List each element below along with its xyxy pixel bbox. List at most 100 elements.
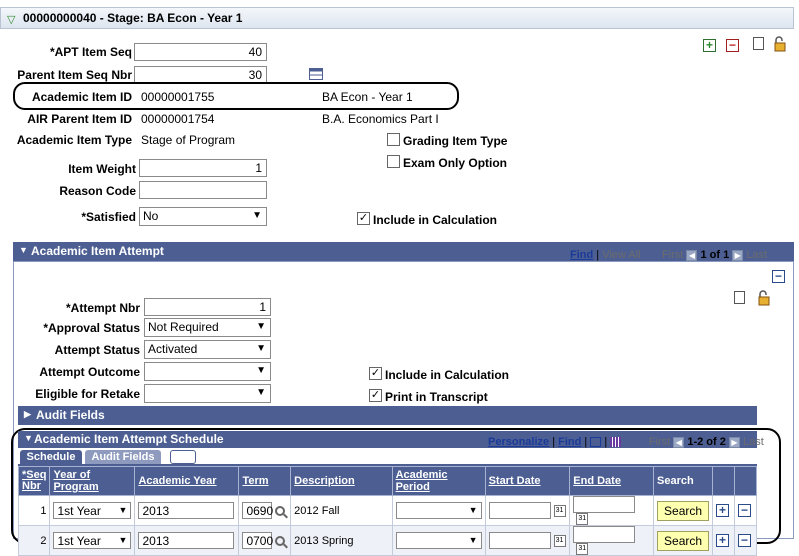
attempt-outcome-select[interactable]: ▼ — [144, 362, 271, 381]
stage-header-title: 00000000040 - Stage: BA Econ - Year 1 — [23, 11, 243, 25]
search-button[interactable]: Search — [657, 500, 710, 521]
term-cell[interactable]: 0700 — [238, 525, 292, 556]
col-academic-year[interactable]: Academic Year — [134, 466, 240, 496]
attempt-nbr-input[interactable]: 1 — [144, 298, 271, 316]
academic-period-cell[interactable]: ▼ — [391, 494, 486, 527]
attempt-status-label: Attempt Status — [54, 343, 140, 357]
attempt-status-select[interactable]: Activated ▼ — [144, 340, 271, 359]
col-term[interactable]: Term — [238, 466, 292, 496]
end-date-cell[interactable]: 31 — [569, 525, 655, 556]
collapse-minus-icon[interactable]: − — [772, 270, 785, 283]
apt-item-seq-input[interactable]: 40 — [134, 43, 267, 61]
lock-icon[interactable] — [757, 290, 771, 306]
calendar-icon[interactable]: 31 — [576, 543, 589, 556]
schedule-first-link[interactable]: First — [649, 436, 670, 448]
approval-status-select[interactable]: Not Required ▼ — [144, 318, 271, 337]
show-all-columns-icon[interactable] — [170, 450, 196, 464]
academic-period-cell[interactable]: ▼ — [391, 525, 486, 556]
view-grid-icon[interactable] — [590, 437, 602, 448]
personalize-link[interactable]: Personalize — [488, 436, 549, 448]
tab-audit-fields[interactable]: Audit Fields — [85, 450, 161, 465]
calendar-icon[interactable]: 31 — [553, 504, 566, 517]
next-arrow-icon[interactable]: ▶ — [728, 436, 740, 448]
satisfied-select[interactable]: No ▼ — [139, 207, 267, 226]
end-date-cell[interactable]: 31 — [569, 494, 655, 527]
start-date-cell[interactable]: 31 — [484, 494, 571, 527]
attempt-view-all-link[interactable]: View All — [602, 249, 640, 261]
academic-year-input[interactable]: 2013 — [138, 532, 235, 550]
eligible-retake-select[interactable]: ▼ — [144, 384, 271, 403]
attempt-include-in-calc-checkbox[interactable]: ✓ — [369, 367, 382, 380]
reason-code-input[interactable] — [139, 181, 267, 199]
term-input[interactable]: 0690 — [242, 502, 273, 520]
start-date-input[interactable] — [488, 532, 551, 550]
end-date-input[interactable] — [573, 526, 636, 544]
col-end-date[interactable]: End Date — [569, 466, 655, 496]
collapse-triangle-icon[interactable]: ▼ — [19, 245, 28, 255]
academic-period-select[interactable]: ▼ — [395, 532, 482, 550]
lock-icon[interactable] — [773, 36, 787, 52]
year-of-program-select[interactable]: 1st Year ▼ — [53, 502, 132, 520]
delete-row-icon[interactable]: − — [726, 39, 739, 52]
search-icon[interactable] — [275, 535, 286, 546]
parent-item-seq-label: Parent Item Seq Nbr — [17, 68, 132, 82]
academic-item-desc: BA Econ - Year 1 — [322, 90, 413, 104]
delete-row-icon[interactable]: − — [738, 504, 751, 518]
search-cell: Search — [653, 525, 714, 556]
calendar-icon[interactable]: 31 — [576, 513, 589, 526]
notes-icon[interactable] — [734, 291, 745, 304]
academic-period-select[interactable]: ▼ — [395, 502, 482, 520]
lookup-table-icon[interactable] — [309, 68, 323, 80]
notes-icon[interactable] — [753, 37, 764, 50]
attempt-section-title: Academic Item Attempt — [31, 244, 164, 258]
exam-only-option-checkbox[interactable] — [387, 155, 400, 168]
grading-item-type-checkbox[interactable] — [387, 133, 400, 146]
stage-header-bar[interactable]: ▽ 00000000040 - Stage: BA Econ - Year 1 — [0, 7, 794, 29]
satisfied-value: No — [143, 209, 159, 223]
academic-item-id-label: Academic Item ID — [31, 90, 132, 104]
audit-fields-bar[interactable]: ▶ Audit Fields — [18, 406, 757, 425]
academic-year-cell[interactable]: 2013 — [134, 525, 240, 556]
year-of-program-cell[interactable]: 1st Year ▼ — [49, 494, 136, 527]
attempt-find-link[interactable]: Find — [570, 249, 593, 261]
spreadsheet-icon[interactable] — [610, 437, 622, 448]
prev-arrow-icon[interactable]: ◀ — [673, 436, 685, 448]
term-input[interactable]: 0700 — [242, 532, 273, 550]
collapse-triangle-icon[interactable]: ▼ — [24, 433, 33, 443]
add-row-icon[interactable]: + — [716, 504, 730, 518]
add-row-icon[interactable]: + — [716, 534, 730, 548]
calendar-icon[interactable]: 31 — [553, 534, 566, 547]
search-button[interactable]: Search — [657, 530, 710, 551]
start-date-input[interactable] — [488, 502, 551, 520]
delete-row-icon[interactable]: − — [738, 534, 751, 548]
schedule-last-link[interactable]: Last — [743, 436, 764, 448]
item-weight-input[interactable]: 1 — [139, 159, 267, 177]
next-arrow-icon[interactable]: ▶ — [732, 249, 744, 261]
col-description[interactable]: Description — [290, 466, 393, 496]
year-of-program-value: 1st Year — [57, 534, 101, 549]
prev-arrow-icon[interactable]: ◀ — [686, 249, 698, 261]
year-of-program-cell[interactable]: 1st Year ▼ — [49, 525, 136, 556]
academic-year-cell[interactable]: 2013 — [134, 494, 240, 527]
add-row-icon[interactable]: + — [703, 39, 716, 52]
col-academic-period[interactable]: Academic Period — [391, 466, 486, 496]
col-seq-nbr[interactable]: *Seq Nbr — [17, 466, 51, 496]
academic-year-input[interactable]: 2013 — [138, 502, 235, 520]
attempt-last-link[interactable]: Last — [746, 249, 767, 261]
schedule-find-link[interactable]: Find — [558, 436, 581, 448]
col-start-date[interactable]: Start Date — [484, 466, 571, 496]
start-date-cell[interactable]: 31 — [484, 525, 571, 556]
col-year-of-program[interactable]: Year of Program — [49, 466, 136, 496]
include-in-calc-checkbox[interactable]: ✓ — [357, 212, 370, 225]
collapse-triangle-icon[interactable]: ▽ — [7, 13, 15, 26]
year-of-program-select[interactable]: 1st Year ▼ — [53, 532, 132, 550]
search-icon[interactable] — [275, 505, 286, 516]
tab-schedule[interactable]: Schedule — [20, 450, 82, 465]
end-date-input[interactable] — [573, 496, 636, 513]
expand-triangle-icon[interactable]: ▶ — [24, 409, 31, 420]
print-in-transcript-checkbox[interactable]: ✓ — [369, 389, 382, 402]
term-cell[interactable]: 0690 — [238, 494, 292, 527]
chevron-down-icon: ▼ — [256, 365, 266, 376]
chevron-down-icon: ▼ — [252, 210, 262, 221]
attempt-first-link[interactable]: First — [662, 249, 683, 261]
